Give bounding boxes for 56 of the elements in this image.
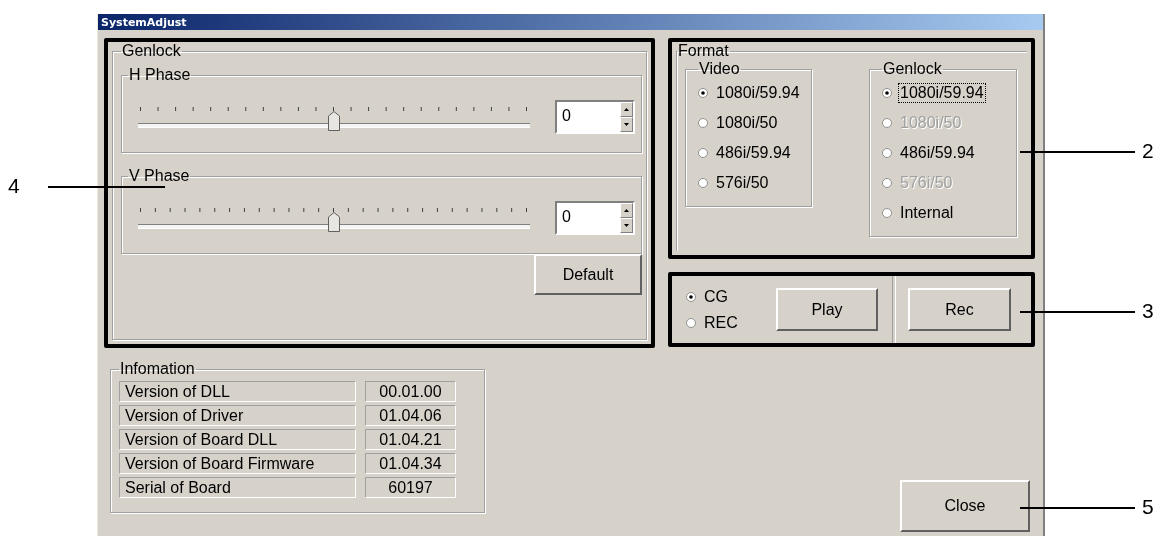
info-label: Serial of Board [119,477,356,498]
group-title: H Phase [128,66,192,84]
play-button[interactable]: Play [776,288,878,331]
radio-button[interactable] [882,148,892,158]
group-title: Genlock [882,60,943,78]
callout-number: 5 [1142,495,1154,519]
radio-button[interactable] [698,148,708,158]
default-button[interactable]: Default [534,254,642,295]
spin-down-button[interactable] [620,117,633,132]
group-title: Genlock [121,42,182,60]
radio-label[interactable]: 1080i/59.94 [715,84,801,102]
radio-label[interactable]: 486i/59.94 [715,144,792,162]
info-value: 60197 [365,477,456,498]
info-value: 01.04.06 [365,405,456,426]
radio-button[interactable] [882,208,892,218]
radio-label[interactable]: 576i/50 [715,174,770,192]
callout-number: 3 [1142,299,1154,323]
radio-button[interactable] [686,291,696,302]
radio-label[interactable]: 1080i/59.94 [899,84,985,102]
callout-number: 4 [8,174,20,198]
group-title: Infomation [119,360,196,378]
caret-down-icon [624,123,629,126]
info-value: 00.01.00 [365,381,456,402]
radio-label[interactable]: Internal [899,204,955,222]
callout-number: 2 [1142,139,1154,163]
radio-button[interactable] [698,178,708,188]
group-title: V Phase [128,167,191,185]
slider-thumb[interactable] [328,212,340,232]
radio-label[interactable]: CG [703,287,729,306]
radio-button[interactable] [882,88,892,98]
radio-button[interactable] [686,317,696,328]
spin-up-button[interactable] [620,203,633,218]
number-field[interactable]: 0 [555,201,635,235]
spin-down-button[interactable] [620,218,633,233]
close-button[interactable]: Close [900,480,1030,532]
info-label: Version of Driver [119,405,356,426]
radio-button[interactable] [698,118,708,128]
info-value: 01.04.34 [365,453,456,474]
info-label: Version of Board Firmware [119,453,356,474]
info-label: Version of Board DLL [119,429,356,450]
radio-label[interactable]: REC [703,313,739,332]
spin-up-button[interactable] [620,102,633,117]
caret-up-icon [624,108,629,111]
info-value: 01.04.21 [365,429,456,450]
group-title: Video [698,60,741,78]
window-title: SystemAdjust [98,14,1043,30]
caret-down-icon [624,224,629,227]
radio-button[interactable] [698,88,708,98]
info-label: Version of DLL [119,381,356,402]
group-title: Format [677,42,730,60]
number-field[interactable]: 0 [555,100,635,134]
caret-up-icon [624,209,629,212]
radio-label[interactable]: 1080i/50 [715,114,779,132]
radio-label[interactable]: 486i/59.94 [899,144,976,162]
rec-button[interactable]: Rec [908,288,1011,331]
slider-thumb[interactable] [328,111,340,131]
